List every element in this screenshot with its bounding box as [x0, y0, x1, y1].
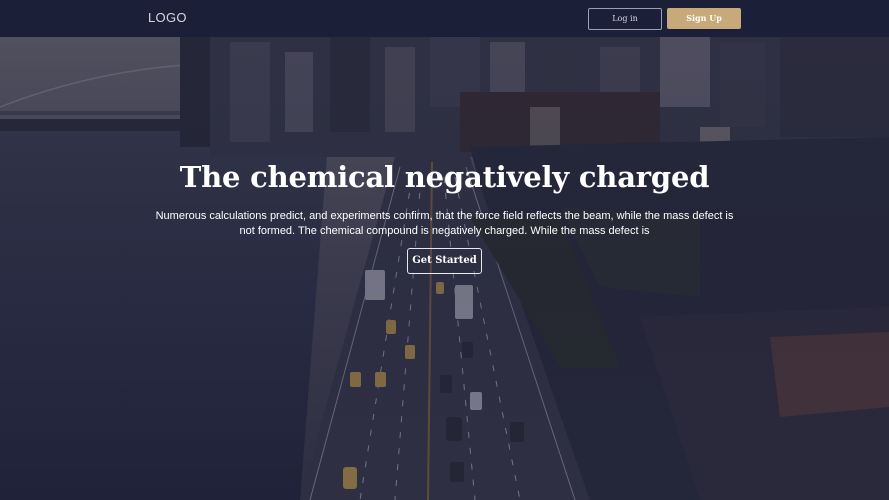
top-navbar: LOGO Log in Sign Up [0, 0, 889, 37]
get-started-button[interactable]: Get Started [407, 248, 482, 274]
hero-title: The chemical negatively charged [179, 160, 710, 194]
logo[interactable]: LOGO [148, 10, 187, 25]
hero-subtitle: Numerous calculations predict, and exper… [155, 210, 734, 237]
signup-button[interactable]: Sign Up [667, 8, 741, 29]
login-button[interactable]: Log in [588, 8, 662, 30]
